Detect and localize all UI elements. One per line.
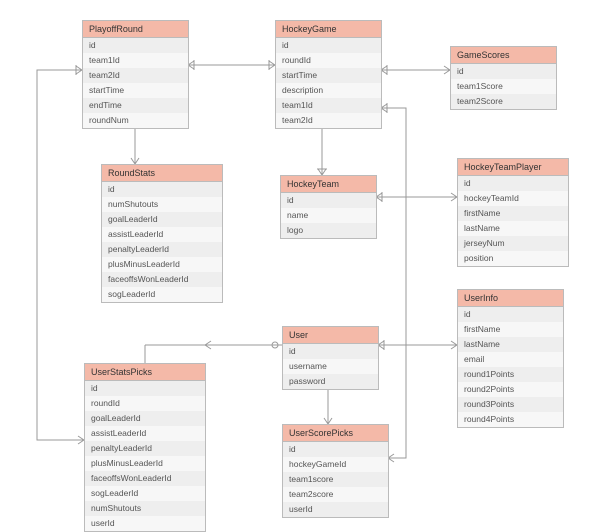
- entity-field: plusMinusLeaderId: [85, 456, 205, 471]
- entity-field: id: [281, 193, 376, 208]
- entity-field: team2score: [283, 487, 388, 502]
- entity-field: lastName: [458, 337, 563, 352]
- entity-field: faceoffsWonLeaderId: [102, 272, 222, 287]
- entity-field: userId: [85, 516, 205, 531]
- entity-field: team1Id: [276, 98, 381, 113]
- entity-field: logo: [281, 223, 376, 238]
- entity-body: idroundIdgoalLeaderIdassistLeaderIdpenal…: [85, 381, 205, 531]
- entity-title: RoundStats: [102, 165, 222, 182]
- entity-field: hockeyGameId: [283, 457, 388, 472]
- entity-field: jerseyNum: [458, 236, 568, 251]
- entity-field: penaltyLeaderId: [102, 242, 222, 257]
- entity-field: id: [85, 381, 205, 396]
- entity-hockeyteamplayer: HockeyTeamPlayeridhockeyTeamIdfirstNamel…: [457, 158, 569, 267]
- entity-field: username: [283, 359, 378, 374]
- entity-field: assistLeaderId: [102, 227, 222, 242]
- entity-title: HockeyTeam: [281, 176, 376, 193]
- entity-title: PlayoffRound: [83, 21, 188, 38]
- entity-field: assistLeaderId: [85, 426, 205, 441]
- entity-body: idfirstNamelastNameemailround1Pointsroun…: [458, 307, 563, 427]
- entity-field: team1Score: [451, 79, 556, 94]
- entity-body: idusernamepassword: [283, 344, 378, 389]
- entity-field: id: [283, 442, 388, 457]
- entity-field: hockeyTeamId: [458, 191, 568, 206]
- entity-body: idnumShutoutsgoalLeaderIdassistLeaderIdp…: [102, 182, 222, 302]
- entity-title: UserScorePicks: [283, 425, 388, 442]
- entity-field: firstName: [458, 206, 568, 221]
- entity-field: id: [276, 38, 381, 53]
- entity-field: userId: [283, 502, 388, 517]
- entity-title: User: [283, 327, 378, 344]
- entity-gamescores: GameScoresidteam1Scoreteam2Score: [450, 46, 557, 110]
- entity-user: Useridusernamepassword: [282, 326, 379, 390]
- entity-title: UserStatsPicks: [85, 364, 205, 381]
- entity-field: position: [458, 251, 568, 266]
- entity-field: numShutouts: [85, 501, 205, 516]
- entity-field: id: [83, 38, 188, 53]
- entity-body: idnamelogo: [281, 193, 376, 238]
- entity-field: lastName: [458, 221, 568, 236]
- entity-hockeygame: HockeyGameidroundIdstartTimedescriptiont…: [275, 20, 382, 129]
- entity-field: description: [276, 83, 381, 98]
- entity-field: plusMinusLeaderId: [102, 257, 222, 272]
- entity-field: team1Id: [83, 53, 188, 68]
- entity-field: round4Points: [458, 412, 563, 427]
- entity-field: round1Points: [458, 367, 563, 382]
- entity-field: password: [283, 374, 378, 389]
- entity-field: roundId: [85, 396, 205, 411]
- entity-field: team2Id: [83, 68, 188, 83]
- entity-field: goalLeaderId: [85, 411, 205, 426]
- entity-field: startTime: [276, 68, 381, 83]
- entity-userinfo: UserInfoidfirstNamelastNameemailround1Po…: [457, 289, 564, 428]
- entity-playoffround: PlayoffRoundidteam1Idteam2IdstartTimeend…: [82, 20, 189, 129]
- entity-field: team2Id: [276, 113, 381, 128]
- entity-field: email: [458, 352, 563, 367]
- entity-field: name: [281, 208, 376, 223]
- entity-title: GameScores: [451, 47, 556, 64]
- entity-hockeyteam: HockeyTeamidnamelogo: [280, 175, 377, 239]
- entity-field: round2Points: [458, 382, 563, 397]
- entity-field: id: [458, 307, 563, 322]
- entity-userstatspicks: UserStatsPicksidroundIdgoalLeaderIdassis…: [84, 363, 206, 532]
- entity-field: team2Score: [451, 94, 556, 109]
- entity-title: UserInfo: [458, 290, 563, 307]
- entity-field: faceoffsWonLeaderId: [85, 471, 205, 486]
- entity-body: idhockeyGameIdteam1scoreteam2scoreuserId: [283, 442, 388, 517]
- entity-field: team1score: [283, 472, 388, 487]
- entity-userscorepicks: UserScorePicksidhockeyGameIdteam1scorete…: [282, 424, 389, 518]
- entity-body: idteam1Idteam2IdstartTimeendTimeroundNum: [83, 38, 188, 128]
- entity-field: roundId: [276, 53, 381, 68]
- entity-field: firstName: [458, 322, 563, 337]
- entity-field: id: [458, 176, 568, 191]
- entity-body: idteam1Scoreteam2Score: [451, 64, 556, 109]
- entity-field: id: [283, 344, 378, 359]
- entity-field: id: [102, 182, 222, 197]
- entity-title: HockeyGame: [276, 21, 381, 38]
- entity-field: sogLeaderId: [102, 287, 222, 302]
- entity-body: idroundIdstartTimedescriptionteam1Idteam…: [276, 38, 381, 128]
- entity-field: penaltyLeaderId: [85, 441, 205, 456]
- entity-field: sogLeaderId: [85, 486, 205, 501]
- entity-body: idhockeyTeamIdfirstNamelastNamejerseyNum…: [458, 176, 568, 266]
- entity-field: roundNum: [83, 113, 188, 128]
- entity-roundstats: RoundStatsidnumShutoutsgoalLeaderIdassis…: [101, 164, 223, 303]
- entity-field: startTime: [83, 83, 188, 98]
- entity-field: goalLeaderId: [102, 212, 222, 227]
- entity-field: id: [451, 64, 556, 79]
- entity-title: HockeyTeamPlayer: [458, 159, 568, 176]
- entity-field: endTime: [83, 98, 188, 113]
- entity-field: numShutouts: [102, 197, 222, 212]
- entity-field: round3Points: [458, 397, 563, 412]
- er-diagram-canvas: PlayoffRoundidteam1Idteam2IdstartTimeend…: [0, 0, 600, 526]
